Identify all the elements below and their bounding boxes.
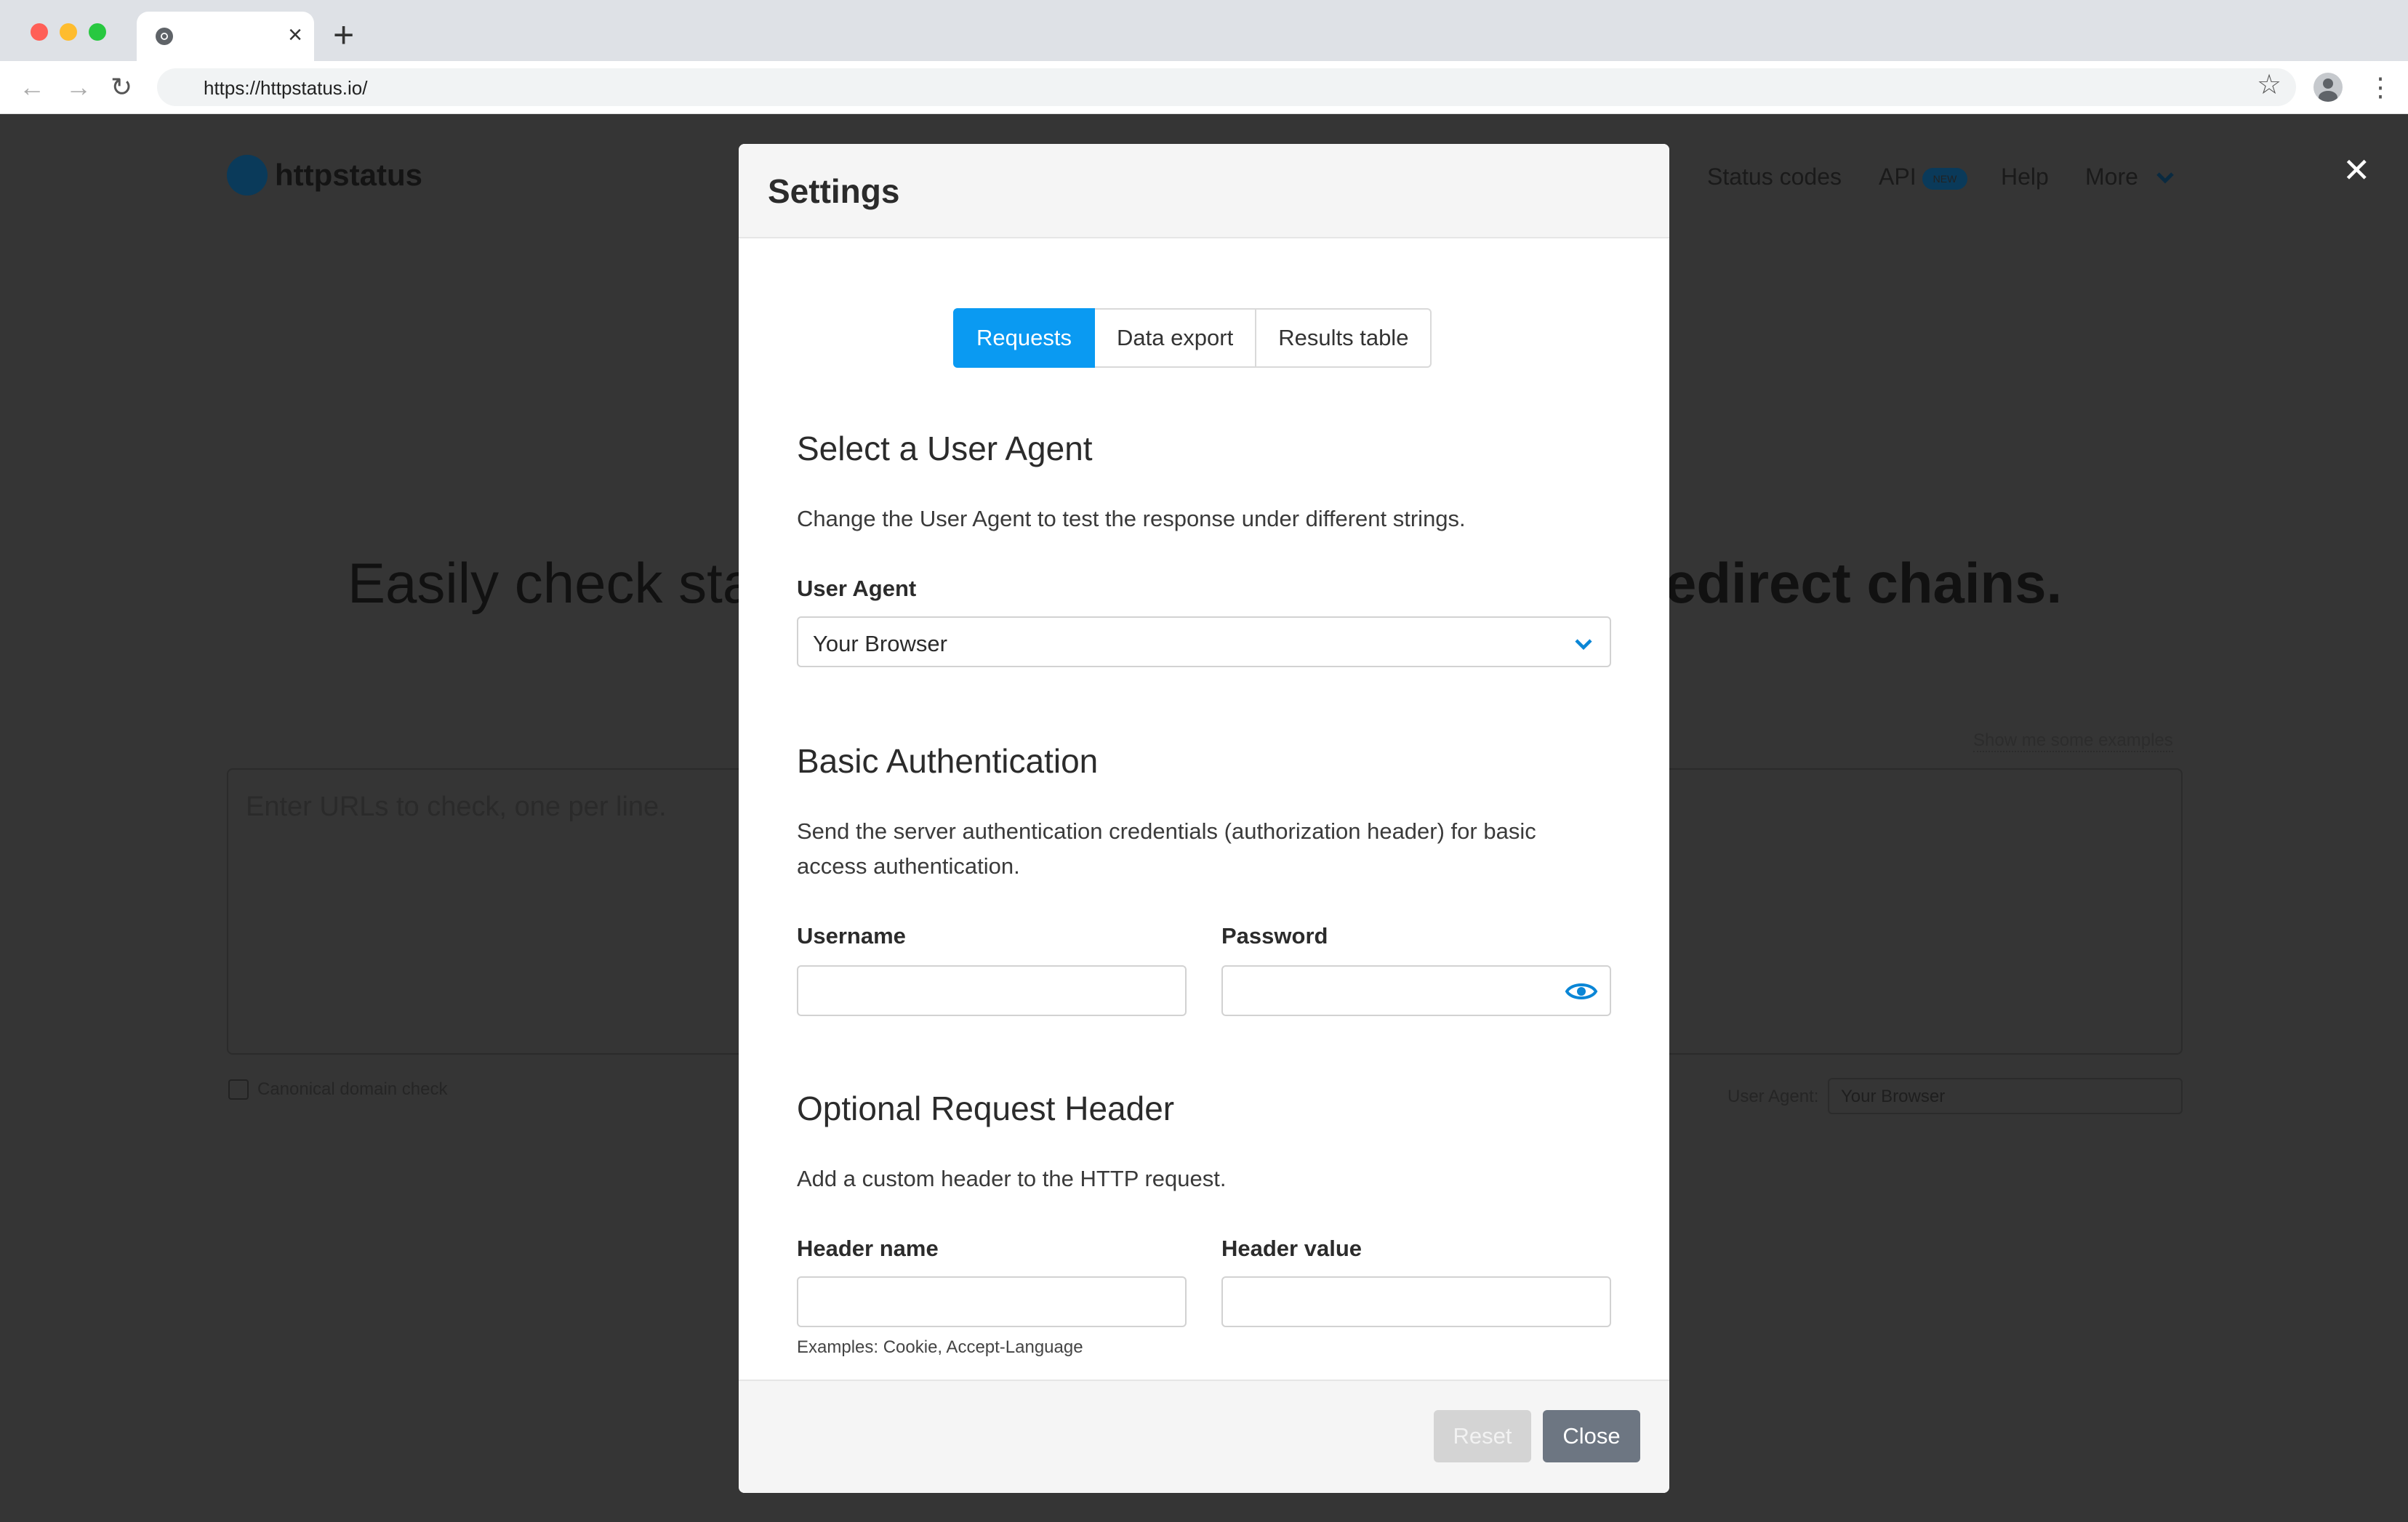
address-bar-url[interactable]: https://httpstatus.io/ (204, 77, 367, 100)
request-header-section-title: Optional Request Header (797, 1090, 1175, 1127)
header-name-field[interactable] (797, 1276, 1187, 1327)
page-user-agent-value: Your Browser (1841, 1087, 1946, 1106)
modal-footer: Reset Close (739, 1380, 1669, 1493)
header-value-field[interactable] (1221, 1276, 1611, 1327)
hero-headline-left: Easily check sta (348, 551, 755, 615)
page-user-agent-select[interactable]: Your Browser (1828, 1078, 2183, 1114)
user-agent-select[interactable]: Your Browser (797, 616, 1611, 667)
chevron-down-icon (1575, 639, 1592, 651)
hero-headline-right: edirect chains. (1665, 551, 2063, 615)
tab-data-export[interactable]: Data export (1094, 308, 1257, 368)
page-user-agent-label: User Agent: (1727, 1087, 1819, 1106)
window-close-dot[interactable] (31, 23, 48, 41)
settings-tabs: Requests Data export Results table (953, 308, 1432, 368)
modal-title: Settings (768, 172, 900, 210)
show-examples-link[interactable]: Show me some examples (1973, 730, 2173, 752)
nav-status-codes[interactable]: Status codes (1707, 164, 1842, 190)
api-new-badge: NEW (1922, 168, 1967, 190)
reload-icon[interactable]: ↻ (111, 71, 132, 103)
forward-arrow-icon[interactable]: → (65, 71, 92, 103)
password-field[interactable] (1221, 965, 1611, 1016)
browser-toolbar: ← → ↻ https://httpstatus.io/ ☆ ⋮ (0, 61, 2408, 114)
browser-tab[interactable]: × (137, 12, 314, 61)
show-password-eye-icon[interactable] (1565, 980, 1598, 1003)
tab-results-table[interactable]: Results table (1256, 308, 1432, 368)
canonical-domain-label: Canonical domain check (257, 1079, 448, 1099)
site-logo[interactable]: httpstatus (227, 155, 422, 196)
user-agent-select-value: Your Browser (813, 631, 947, 656)
bookmark-star-icon[interactable]: ☆ (2257, 68, 2281, 101)
user-agent-section-title: Select a User Agent (797, 430, 1093, 467)
user-agent-description: Change the User Agent to test the respon… (797, 506, 1466, 531)
window-minimize-dot[interactable] (60, 23, 77, 41)
tab-requests[interactable]: Requests (953, 308, 1095, 368)
urls-textarea-placeholder: Enter URLs to check, one per line. (246, 792, 667, 822)
settings-modal: Settings Requests Data export Results ta… (739, 144, 1669, 1493)
nav-more[interactable]: More (2085, 164, 2138, 190)
browser-menu-icon[interactable]: ⋮ (2367, 71, 2393, 103)
request-header-description: Add a custom header to the HTTP request. (797, 1166, 1227, 1191)
user-agent-label: User Agent (797, 576, 917, 601)
password-label: Password (1221, 923, 1328, 949)
window-maximize-dot[interactable] (89, 23, 106, 41)
overlay-close-icon[interactable]: ✕ (2343, 152, 2371, 188)
close-button[interactable]: Close (1543, 1410, 1640, 1462)
modal-header: Settings (739, 144, 1669, 238)
header-name-hint: Examples: Cookie, Accept-Language (797, 1337, 1083, 1357)
more-chevron-down-icon[interactable] (2155, 171, 2175, 185)
nav-api[interactable]: API (1879, 164, 1917, 190)
tab-close-icon[interactable]: × (288, 20, 302, 49)
httpstatus-logo-icon (227, 155, 268, 196)
profile-avatar-icon[interactable] (2313, 73, 2343, 102)
header-name-label: Header name (797, 1236, 939, 1261)
nav-help[interactable]: Help (2001, 164, 2049, 190)
chrome-favicon-icon (156, 28, 173, 45)
basic-auth-section-title: Basic Authentication (797, 742, 1099, 780)
header-value-label: Header value (1221, 1236, 1362, 1261)
logo-text: httpstatus (275, 158, 422, 192)
basic-auth-description: Send the server authentication credentia… (797, 818, 1536, 879)
address-bar[interactable]: https://httpstatus.io/ (157, 68, 2296, 106)
browser-tabstrip: × + (0, 0, 2408, 61)
new-tab-button[interactable]: + (333, 13, 354, 57)
reset-button[interactable]: Reset (1434, 1410, 1531, 1462)
back-arrow-icon[interactable]: ← (19, 71, 45, 103)
canonical-domain-checkbox[interactable] (228, 1079, 249, 1100)
username-field[interactable] (797, 965, 1187, 1016)
username-label: Username (797, 923, 906, 949)
